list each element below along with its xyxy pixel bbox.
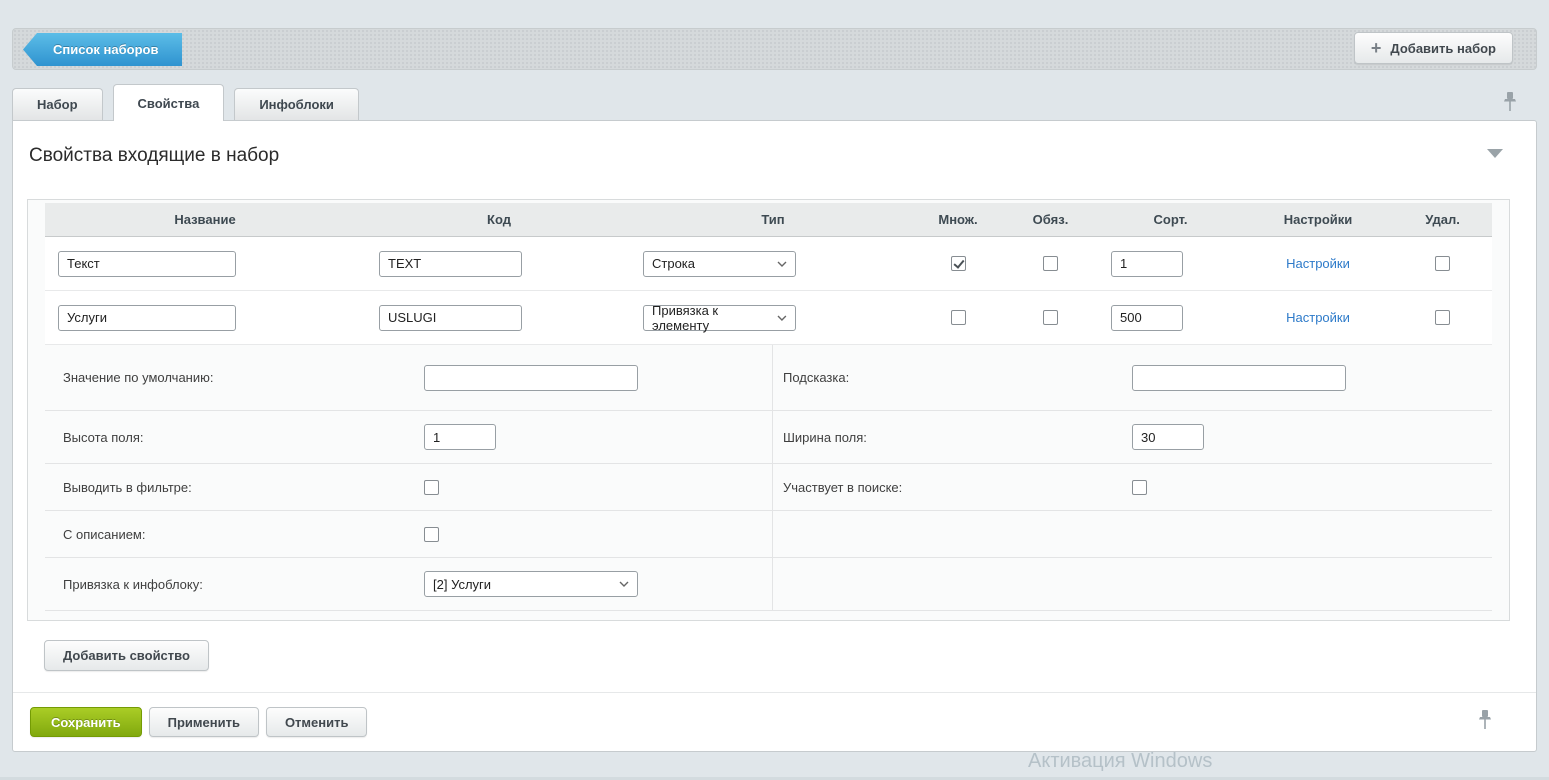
field-width-input[interactable]: [1132, 424, 1204, 450]
col-header-name: Название: [45, 212, 365, 227]
field-width-label: Ширина поля:: [773, 430, 867, 445]
col-header-code: Код: [365, 212, 633, 227]
tab-nabor[interactable]: Набор: [12, 88, 103, 121]
property-delete-checkbox[interactable]: [1435, 310, 1450, 325]
content-panel: Свойства входящие в набор Название Код Т…: [12, 120, 1537, 752]
property-required-checkbox[interactable]: [1043, 256, 1058, 271]
field-height-label: Высота поля:: [45, 430, 424, 445]
property-name-input[interactable]: [58, 305, 236, 331]
footer-button-bar: Сохранить Применить Отменить: [13, 692, 1536, 751]
property-code-input[interactable]: [379, 251, 522, 277]
section-title: Свойства входящие в набор: [29, 145, 1520, 167]
add-set-button[interactable]: + Добавить набор: [1354, 32, 1513, 64]
apply-button[interactable]: Применить: [149, 707, 259, 737]
show-in-filter-checkbox[interactable]: [424, 480, 439, 495]
tab-svoystva[interactable]: Свойства: [113, 84, 225, 121]
pin-icon-top[interactable]: [1503, 91, 1517, 113]
collapse-arrow-icon[interactable]: [1487, 149, 1503, 158]
plus-icon: +: [1371, 39, 1382, 57]
properties-table-header: Название Код Тип Множ. Обяз. Сорт. Настр…: [45, 203, 1492, 237]
tab-infobloki[interactable]: Инфоблоки: [234, 88, 359, 121]
iblock-link-select[interactable]: [2] Услуги: [424, 571, 638, 597]
property-required-checkbox[interactable]: [1043, 310, 1058, 325]
hint-input[interactable]: [1132, 365, 1346, 391]
cancel-button[interactable]: Отменить: [266, 707, 368, 737]
property-settings-link[interactable]: Настройки: [1286, 256, 1350, 271]
property-name-input[interactable]: [58, 251, 236, 277]
col-header-multiple: Множ.: [913, 212, 1003, 227]
property-type-value: Привязка к элементу: [652, 303, 777, 333]
property-multiple-checkbox[interactable]: [951, 256, 966, 271]
property-sort-input[interactable]: [1111, 251, 1183, 277]
back-to-sets-list-button[interactable]: Список наборов: [23, 33, 182, 66]
save-button[interactable]: Сохранить: [30, 707, 142, 737]
table-row: Строка Настройки: [45, 237, 1492, 291]
in-search-label: Участвует в поиске:: [773, 480, 902, 495]
hint-label: Подсказка:: [773, 370, 849, 385]
table-row: Привязка к элементу Настройки: [45, 291, 1492, 345]
with-description-label: С описанием:: [45, 527, 424, 542]
property-type-select[interactable]: Строка: [643, 251, 796, 277]
property-sort-input[interactable]: [1111, 305, 1183, 331]
col-header-required: Обяз.: [1003, 212, 1098, 227]
with-description-checkbox[interactable]: [424, 527, 439, 542]
field-height-input[interactable]: [424, 424, 496, 450]
col-header-delete: Удал.: [1393, 212, 1492, 227]
section-header: Свойства входящие в набор: [13, 121, 1536, 199]
pin-icon-bottom[interactable]: [1478, 709, 1492, 731]
windows-activation-watermark: Активация Windows: [1028, 750, 1212, 773]
col-header-type: Тип: [633, 212, 913, 227]
chevron-down-icon: [619, 581, 629, 587]
property-type-select[interactable]: Привязка к элементу: [643, 305, 796, 331]
property-type-value: Строка: [652, 256, 695, 271]
property-delete-checkbox[interactable]: [1435, 256, 1450, 271]
in-search-checkbox[interactable]: [1132, 480, 1147, 495]
iblock-link-label: Привязка к инфоблоку:: [45, 577, 424, 592]
property-settings-link[interactable]: Настройки: [1286, 310, 1350, 325]
iblock-link-value: [2] Услуги: [433, 577, 491, 592]
col-header-settings: Настройки: [1243, 212, 1393, 227]
add-set-button-label: Добавить набор: [1390, 41, 1496, 56]
chevron-down-icon: [777, 315, 787, 321]
property-code-input[interactable]: [379, 305, 522, 331]
show-in-filter-label: Выводить в фильтре:: [45, 480, 424, 495]
col-header-sort: Сорт.: [1098, 212, 1243, 227]
chevron-down-icon: [777, 261, 787, 267]
default-value-input[interactable]: [424, 365, 638, 391]
property-multiple-checkbox[interactable]: [951, 310, 966, 325]
property-settings-form: Значение по умолчанию: Подсказка: Высота…: [45, 345, 1492, 611]
properties-box: Название Код Тип Множ. Обяз. Сорт. Настр…: [27, 199, 1510, 621]
context-bar: Список наборов + Добавить набор: [12, 28, 1537, 70]
add-property-button[interactable]: Добавить свойство: [44, 640, 209, 671]
default-value-label: Значение по умолчанию:: [45, 370, 424, 385]
tab-bar: Набор Свойства Инфоблоки: [12, 84, 1537, 121]
